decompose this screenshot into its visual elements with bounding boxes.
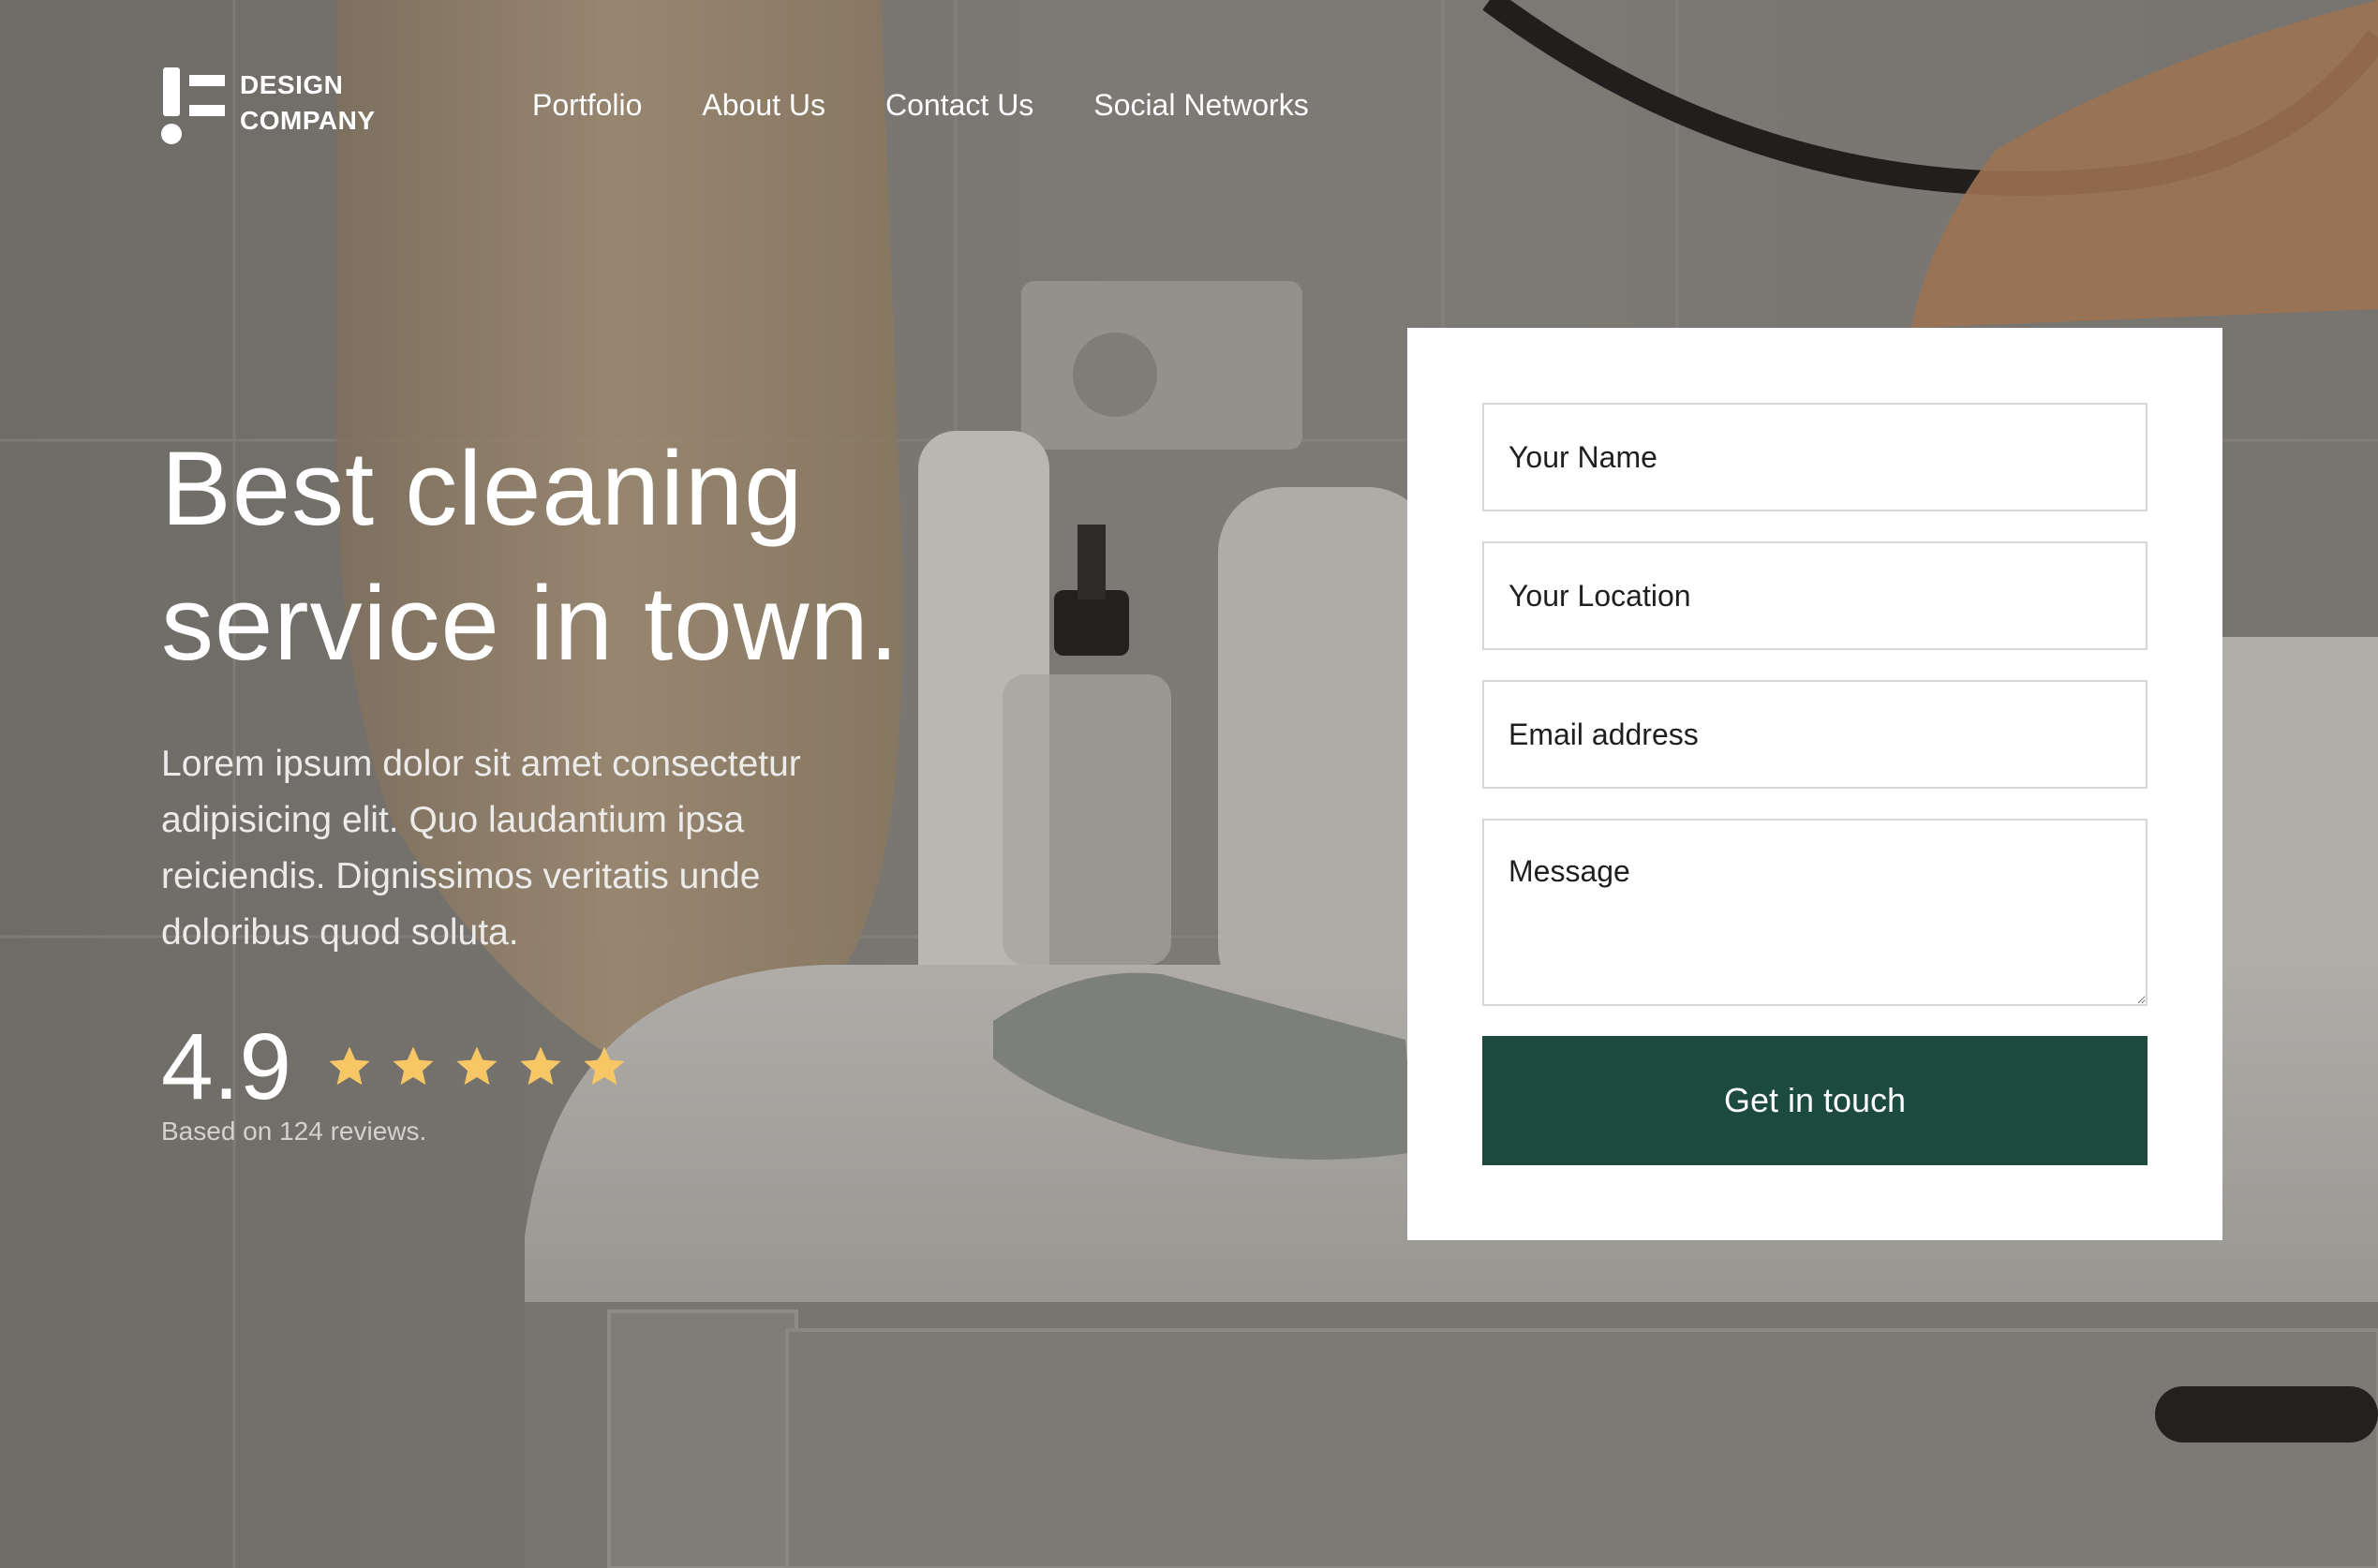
- nav-item-about-us[interactable]: About Us: [702, 82, 825, 127]
- star-icon: [456, 1046, 498, 1086]
- rating-note: Based on 124 reviews.: [161, 1117, 427, 1146]
- name-field[interactable]: [1482, 403, 2148, 511]
- nav-item-social-networks[interactable]: Social Networks: [1093, 82, 1308, 127]
- hero-description: Lorem ipsum dolor sit amet consectetur a…: [161, 744, 801, 953]
- star-icon: [393, 1046, 434, 1086]
- message-field[interactable]: [1482, 819, 2148, 1006]
- brand-name-line2: COMPANY: [240, 106, 376, 135]
- brand-logo[interactable]: DESIGN COMPANY: [161, 67, 376, 144]
- nav-item-contact-us[interactable]: Contact Us: [885, 82, 1033, 127]
- get-in-touch-button[interactable]: Get in touch: [1482, 1036, 2148, 1165]
- hero-title: Best cleaning service in town.: [161, 430, 899, 682]
- nav-item-portfolio[interactable]: Portfolio: [532, 82, 642, 127]
- brand-name: DESIGN COMPANY: [240, 67, 376, 139]
- rating: 4.9: [161, 1015, 629, 1118]
- contact-form: Get in touch: [1407, 328, 2222, 1240]
- main-nav: Portfolio About Us Contact Us Social Net…: [532, 82, 1309, 127]
- star-icon: [584, 1046, 625, 1086]
- email-field[interactable]: [1482, 680, 2148, 789]
- rating-score: 4.9: [161, 1014, 292, 1119]
- logo-mark-icon: [161, 67, 229, 144]
- location-field[interactable]: [1482, 541, 2148, 650]
- rating-stars: [325, 1043, 629, 1091]
- star-icon: [520, 1046, 561, 1086]
- brand-name-line1: DESIGN: [240, 70, 344, 99]
- star-icon: [329, 1046, 370, 1086]
